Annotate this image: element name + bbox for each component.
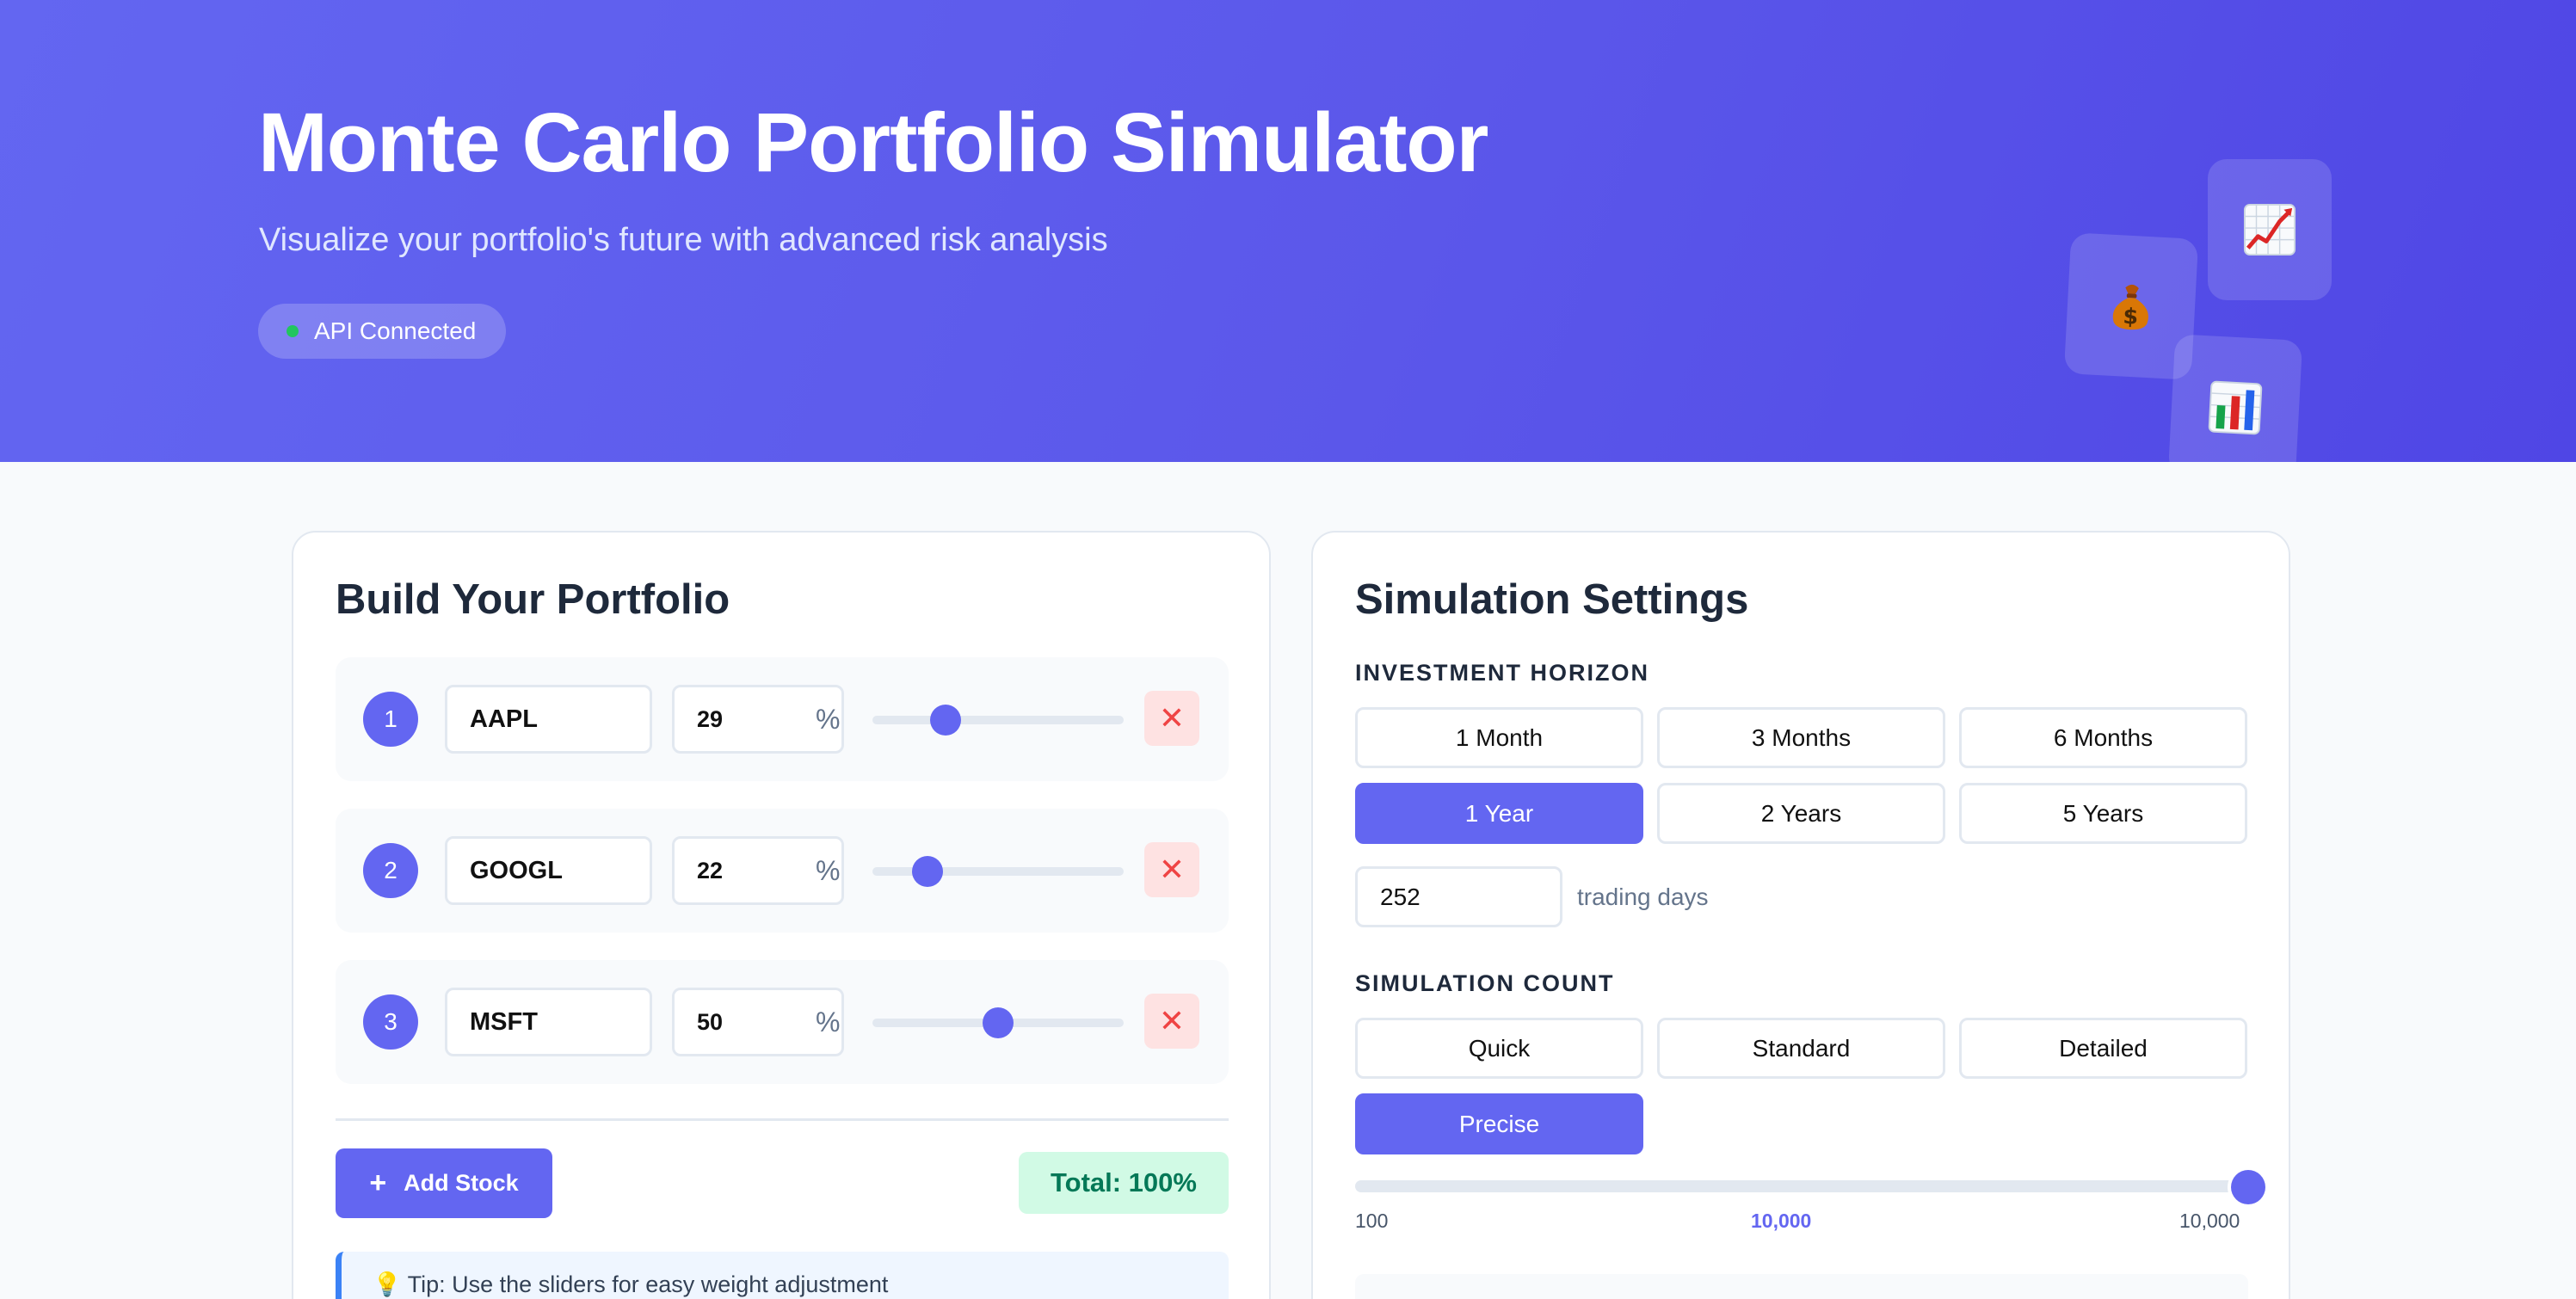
weight-value: 22 <box>697 857 724 883</box>
slider-thumb[interactable] <box>983 1007 1014 1038</box>
api-status-text: API Connected <box>314 317 477 344</box>
close-icon: ✕ <box>1158 1003 1186 1038</box>
add-stock-button[interactable]: + Add Stock <box>336 1148 552 1218</box>
horizon-option-2-years[interactable]: 2 Years <box>1657 783 1945 844</box>
count-option-standard[interactable]: Standard <box>1657 1018 1945 1079</box>
hero-header: Monte Carlo Portfolio Simulator Visualiz… <box>0 0 2576 462</box>
simulation-count-label: SIMULATION COUNT <box>1355 970 1615 996</box>
plus-icon: + <box>369 1167 387 1199</box>
weight-slider[interactable] <box>872 705 1124 736</box>
stock-row: 3 MSFT 50 % ✕ <box>336 960 1229 1084</box>
percent-unit: % <box>816 703 841 735</box>
weight-value: 50 <box>697 1008 724 1035</box>
page-title: Monte Carlo Portfolio Simulator <box>258 95 1488 189</box>
stock-row: 2 GOOGL 22 % ✕ <box>336 809 1229 933</box>
remove-stock-button[interactable]: ✕ <box>1144 691 1199 746</box>
weight-input[interactable]: 29 % <box>672 685 844 754</box>
bar-chart-icon <box>2208 380 2263 435</box>
stock-row: 1 AAPL 29 % ✕ <box>336 657 1229 781</box>
ticker-input[interactable]: MSFT <box>445 988 652 1056</box>
chart-increasing-card <box>2208 159 2332 300</box>
horizon-option-1-year[interactable]: 1 Year <box>1355 783 1643 844</box>
percent-unit: % <box>816 1006 841 1037</box>
settings-title: Simulation Settings <box>1355 576 1749 623</box>
trading-days-input[interactable]: 252 <box>1355 866 1562 927</box>
count-max-label: 10,000 <box>2179 1210 2240 1232</box>
weight-input[interactable]: 22 % <box>672 836 844 905</box>
weight-slider[interactable] <box>872 856 1124 887</box>
horizon-option-1-month[interactable]: 1 Month <box>1355 707 1643 768</box>
settings-info-panel <box>1355 1274 2248 1299</box>
stock-index: 3 <box>363 994 418 1050</box>
settings-card: Simulation Settings INVESTMENT HORIZON 1… <box>1311 531 2290 1299</box>
weight-input[interactable]: 50 % <box>672 988 844 1056</box>
simulation-count-slider[interactable] <box>1355 1170 2265 1204</box>
weight-slider[interactable] <box>872 1007 1124 1038</box>
stock-index: 1 <box>363 692 418 747</box>
remove-stock-button[interactable]: ✕ <box>1144 994 1199 1049</box>
portfolio-card: Build Your Portfolio 1 AAPL 29 % ✕ 2 GOO… <box>292 531 1271 1299</box>
horizon-option-5-years[interactable]: 5 Years <box>1959 783 2247 844</box>
close-icon: ✕ <box>1158 852 1186 887</box>
count-min-label: 100 <box>1355 1210 1389 1232</box>
slider-thumb[interactable] <box>2231 1170 2265 1204</box>
tip-box: 💡 Tip: Use the sliders for easy weight a… <box>336 1252 1229 1299</box>
percent-unit: % <box>816 854 841 886</box>
horizon-label: INVESTMENT HORIZON <box>1355 660 1650 686</box>
count-option-detailed[interactable]: Detailed <box>1959 1018 2247 1079</box>
status-dot-icon <box>287 325 299 337</box>
page-subtitle: Visualize your portfolio's future with a… <box>259 222 1108 258</box>
horizon-option-6-months[interactable]: 6 Months <box>1959 707 2247 768</box>
total-badge: Total: 100% <box>1019 1152 1229 1214</box>
svg-text:$: $ <box>2123 304 2139 329</box>
portfolio-title: Build Your Portfolio <box>336 576 730 623</box>
money-bag-icon: $ <box>2112 284 2148 330</box>
slider-thumb[interactable] <box>929 705 961 736</box>
count-option-quick[interactable]: Quick <box>1355 1018 1643 1079</box>
weight-value: 29 <box>697 705 724 732</box>
divider <box>336 1118 1229 1121</box>
slider-thumb[interactable] <box>912 856 944 887</box>
count-current-label: 10,000 <box>1751 1210 1812 1232</box>
chart-increasing-icon <box>2243 203 2296 256</box>
ticker-input[interactable]: GOOGL <box>445 836 652 905</box>
api-status-badge: API Connected <box>258 304 506 359</box>
bar-chart-card <box>2167 334 2303 462</box>
horizon-option-3-months[interactable]: 3 Months <box>1657 707 1945 768</box>
add-stock-label: Add Stock <box>404 1170 519 1196</box>
remove-stock-button[interactable]: ✕ <box>1144 842 1199 897</box>
tip-text: 💡 Tip: Use the sliders for easy weight a… <box>373 1271 889 1297</box>
close-icon: ✕ <box>1158 700 1186 736</box>
count-option-precise[interactable]: Precise <box>1355 1093 1643 1154</box>
stock-index: 2 <box>363 843 418 898</box>
trading-days-label: trading days <box>1577 883 1709 910</box>
ticker-input[interactable]: AAPL <box>445 685 652 754</box>
